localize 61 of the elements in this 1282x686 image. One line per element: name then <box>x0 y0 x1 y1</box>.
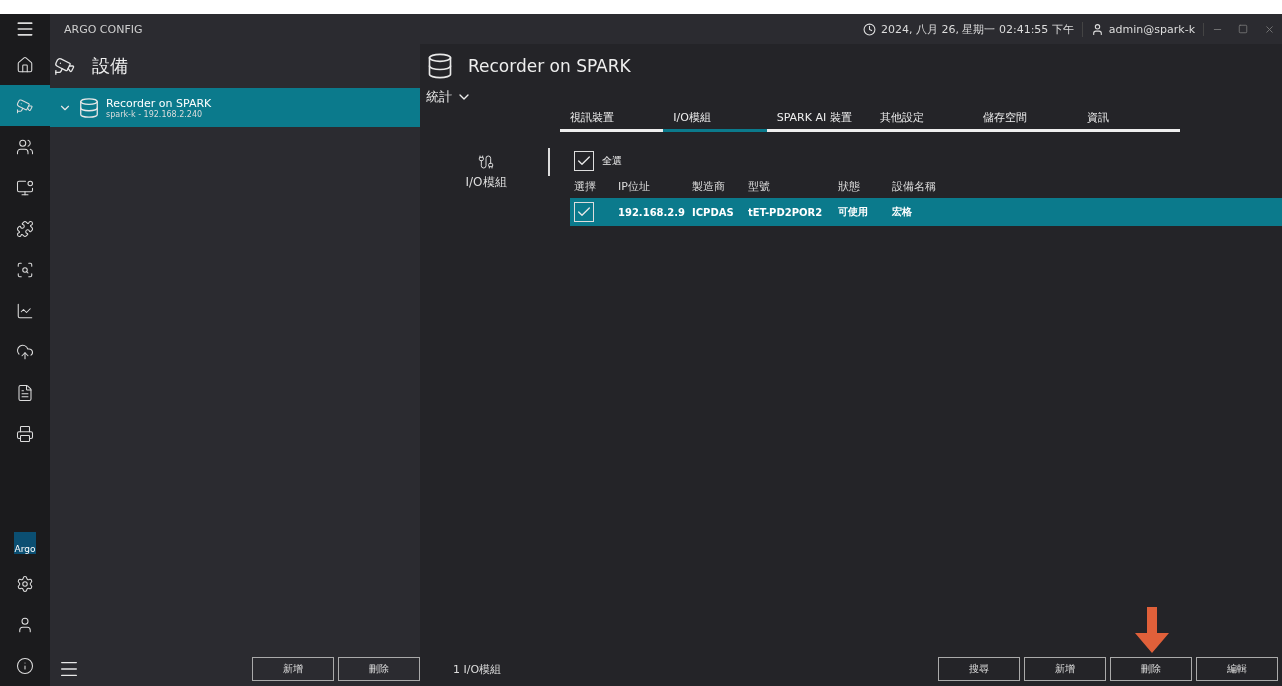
table-cell-text: 192.168.2.9 <box>618 206 687 218</box>
table-cell-text: ICPDAS <box>692 206 735 218</box>
cloud-upload-icon <box>16 342 34 361</box>
action-button[interactable]: 編輯 <box>1196 657 1278 681</box>
column-header: 選擇 <box>574 178 597 194</box>
item-count: 1 I/O模組 <box>453 661 503 677</box>
server-icon <box>78 96 100 119</box>
stats-dropdown[interactable]: 統計 <box>426 88 472 106</box>
column-header: IP位址 <box>618 178 651 194</box>
table-row[interactable]: 192.168.2.9 ICPDAS tET-PD2POR2 可使用 宏格 <box>570 198 1282 226</box>
camera-icon <box>16 96 34 115</box>
app-title: ARGO CONFIG <box>64 22 144 36</box>
document-icon <box>16 383 34 402</box>
select-all-checkbox[interactable] <box>574 151 594 171</box>
info-icon <box>16 656 34 675</box>
server-icon <box>426 52 454 80</box>
column-header: 狀態 <box>838 178 861 194</box>
column-header: 製造商 <box>692 178 726 194</box>
puzzle-icon <box>16 219 34 238</box>
home-icon <box>16 55 34 74</box>
scan-icon <box>16 260 34 279</box>
row-checkbox[interactable] <box>574 202 594 222</box>
select-all-label: 全選 <box>602 154 622 168</box>
chart-icon <box>16 301 34 320</box>
device-title: Recorder on SPARK <box>468 56 631 76</box>
user-name[interactable]: admin@spark-k <box>1108 22 1195 36</box>
cable-icon <box>478 154 494 170</box>
table-cell-text: tET-PD2POR2 <box>748 206 824 218</box>
tree-item-subtitle: spark-k - 192.168.2.240 <box>106 109 204 119</box>
panel-heading: 設備 <box>92 54 128 78</box>
logo: Argo <box>14 531 36 554</box>
monitor-icon <box>16 178 34 197</box>
printer-icon <box>16 424 34 443</box>
clock-text: 2024, 八月 26, 星期一 02:41:55 下午 <box>880 21 1074 37</box>
menu-icon[interactable] <box>15 19 35 39</box>
tree-item-title: Recorder on SPARK <box>106 96 212 110</box>
tab[interactable]: I/O模組 <box>663 106 767 132</box>
tab[interactable]: 視訊裝置 <box>560 106 664 132</box>
panel-button[interactable]: 新增 <box>252 657 334 681</box>
user-icon <box>16 615 34 634</box>
column-header: 型號 <box>748 178 771 194</box>
action-button[interactable]: 搜尋 <box>938 657 1020 681</box>
camera-icon <box>54 55 76 77</box>
column-header: 設備名稱 <box>892 178 937 194</box>
action-button[interactable]: 刪除 <box>1110 657 1192 681</box>
close-icon[interactable] <box>1263 23 1275 35</box>
clock-icon <box>862 22 876 36</box>
tree-item[interactable]: Recorder on SPARK spark-k - 192.168.2.240 <box>50 88 420 127</box>
table-cell-text: 可使用 <box>838 205 869 219</box>
tab[interactable]: 其他設定 <box>870 106 974 132</box>
users-icon <box>16 137 34 156</box>
table-cell-text: 宏格 <box>892 205 913 219</box>
panel-button[interactable]: 刪除 <box>338 657 420 681</box>
tab[interactable]: SPARK AI 裝置 <box>766 106 870 132</box>
tab[interactable]: 資訊 <box>1076 106 1180 132</box>
settings-icon <box>16 574 34 593</box>
action-button[interactable]: 新增 <box>1024 657 1106 681</box>
user-icon <box>1090 22 1104 36</box>
tab[interactable]: 儲存空間 <box>973 106 1077 132</box>
rail-item[interactable]: Argo <box>0 522 50 563</box>
section-label: I/O模組 <box>465 174 507 191</box>
